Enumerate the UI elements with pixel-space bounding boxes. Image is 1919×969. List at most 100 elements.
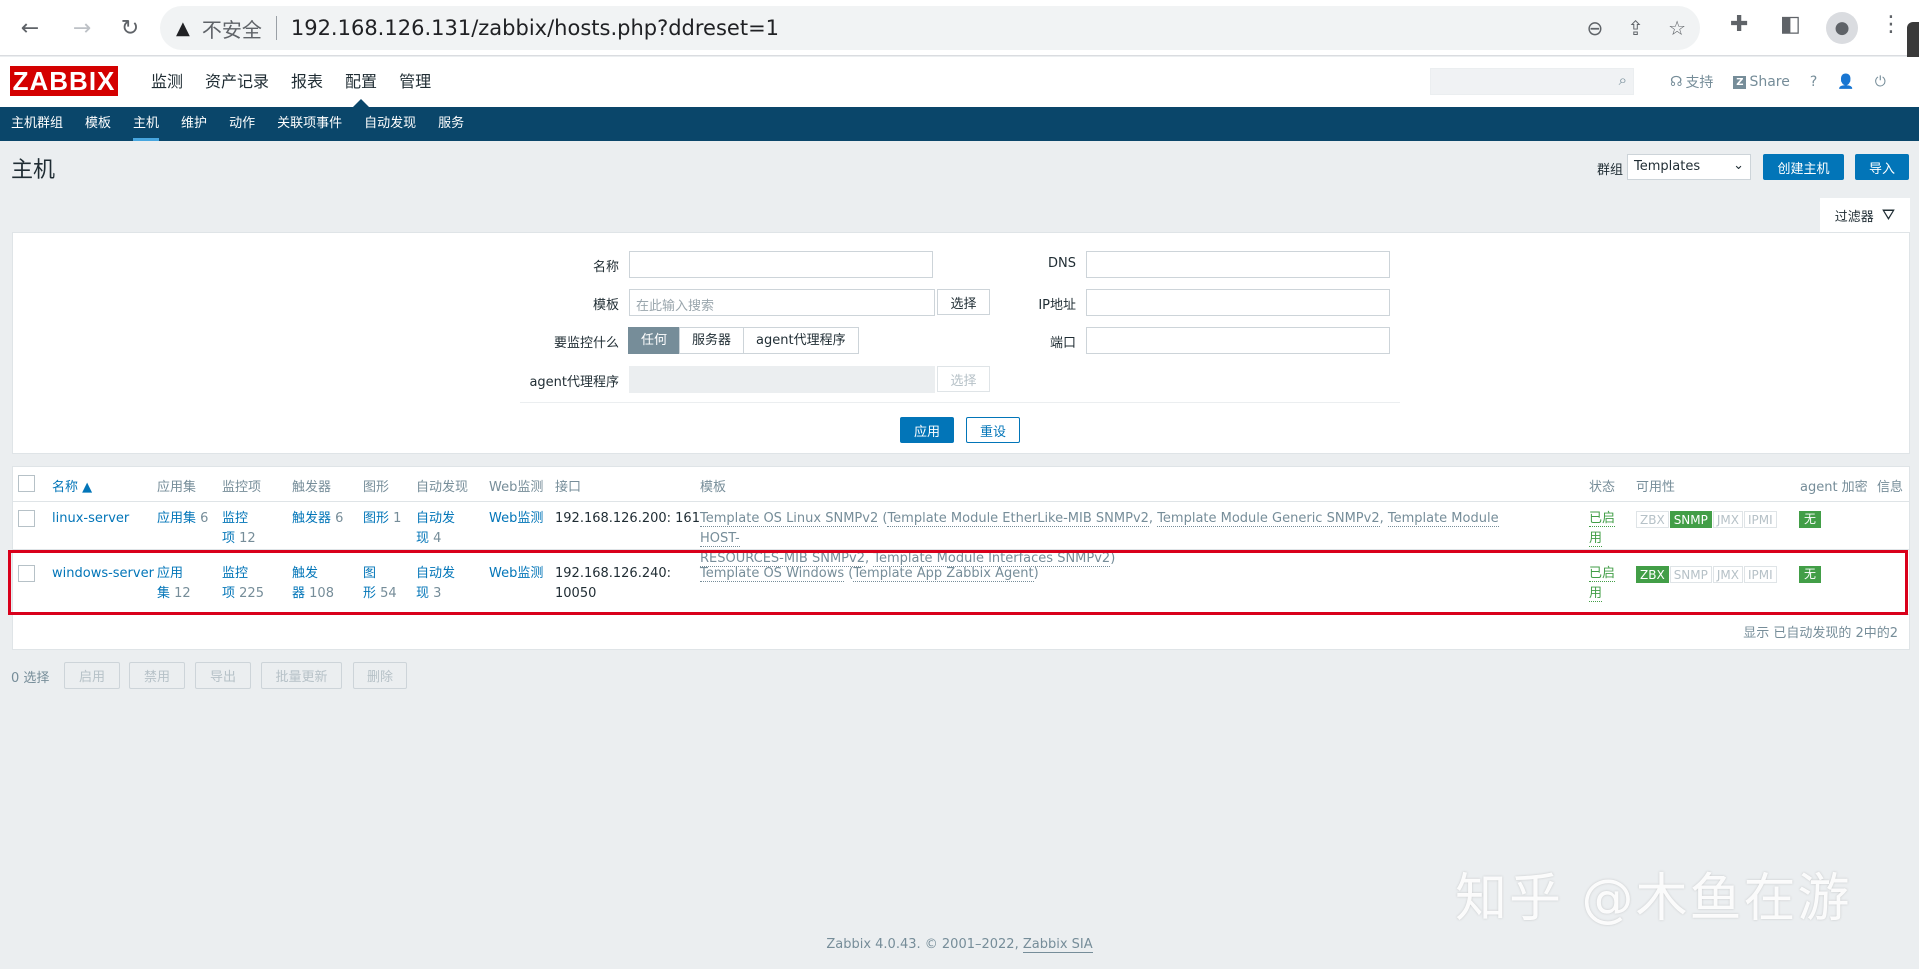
extensions-puzzle-icon[interactable]: ✚ [1730, 12, 1748, 37]
back-arrow-icon[interactable]: ← [14, 12, 46, 44]
mass-update-button[interactable]: 批量更新 [261, 662, 342, 689]
support-link[interactable]: ☊ 支持 [1670, 72, 1713, 92]
graphs-link[interactable]: 图形 [363, 511, 389, 526]
items-link-line2[interactable]: 项 [222, 531, 235, 546]
col-name-header[interactable]: 名称 ▲ [52, 476, 92, 495]
triggers-link[interactable]: 触发器 [292, 511, 331, 526]
bookmark-star-icon[interactable]: ☆ [1668, 16, 1686, 40]
mass-enable-button[interactable]: 启用 [64, 662, 120, 689]
monitored-any-option[interactable]: 任何 [628, 327, 681, 354]
submenu-services[interactable]: 服务 [427, 107, 475, 141]
share-label: Share [1749, 74, 1790, 90]
col-encryption-header: agent 加密 [1800, 480, 1868, 495]
chevron-down-icon: ⌄ [1733, 158, 1744, 173]
footer-link[interactable]: Zabbix SIA [1022, 937, 1093, 953]
help-link[interactable]: ? [1810, 74, 1817, 90]
graphs-cell: 图形 1 [363, 509, 401, 529]
submenu-hosts[interactable]: 主机 [122, 107, 170, 141]
submenu-maintenance[interactable]: 维护 [170, 107, 218, 141]
menu-monitoring[interactable]: 监测 [140, 57, 194, 107]
triggers-count: 6 [335, 511, 344, 526]
filter-reset-button[interactable]: 重设 [966, 417, 1020, 443]
page-footer: Zabbix 4.0.43. © 2001–2022, Zabbix SIA [0, 937, 1919, 953]
discovery-link[interactable]: 自动发 [416, 511, 455, 526]
col-discovery-header: 自动发现 [416, 480, 469, 495]
profile-avatar-icon[interactable]: ● [1826, 12, 1858, 44]
row-checkbox-linux-server[interactable] [18, 510, 35, 527]
submenu-host-groups[interactable]: 主机群组 [0, 107, 74, 141]
col-graphs-header: 图形 [363, 480, 390, 495]
funnel-icon: ⛛ [1881, 205, 1896, 224]
status-enabled-link[interactable]: 已启 [1589, 511, 1616, 527]
submenu-templates[interactable]: 模板 [74, 107, 122, 141]
host-name-link[interactable]: linux-server [52, 511, 129, 526]
group-select[interactable]: Templates ⌄ [1627, 154, 1751, 180]
filter-name-input[interactable] [629, 251, 933, 278]
reload-icon[interactable]: ↻ [114, 12, 146, 44]
template-link[interactable]: Template OS Linux SNMPv2 [700, 511, 879, 527]
col-applications-header: 应用集 [157, 480, 197, 495]
filter-apply-button[interactable]: 应用 [900, 417, 954, 443]
browser-toolbar: ← → ↻ ▲ 不安全 192.168.126.131/zabbix/hosts… [0, 0, 1919, 56]
url-text[interactable]: 192.168.126.131/zabbix/hosts.php?ddreset… [291, 16, 779, 40]
items-link[interactable]: 监控 [222, 511, 248, 526]
mass-delete-button[interactable]: 删除 [353, 662, 407, 689]
discovery-cell: 自动发现 4 [416, 509, 455, 549]
kebab-menu-icon[interactable]: ⋮ [1880, 12, 1902, 37]
warning-triangle-icon: ▲ [176, 17, 190, 39]
filter-proxy-select-button: 选择 [937, 366, 990, 392]
search-icon[interactable]: ⌕ [1619, 71, 1627, 89]
filter-proxy-input [629, 366, 935, 393]
mass-disable-button[interactable]: 禁用 [129, 662, 185, 689]
zabbix-logo[interactable]: ZABBIX [10, 66, 118, 96]
menu-administration[interactable]: 管理 [388, 57, 442, 107]
select-all-checkbox[interactable] [18, 475, 35, 492]
submenu-discovery[interactable]: 自动发现 [353, 107, 427, 141]
monitored-proxy-option[interactable]: agent代理程序 [743, 327, 859, 354]
filter-port-input[interactable] [1086, 327, 1390, 354]
global-search-input[interactable]: ⌕ [1430, 68, 1634, 95]
forward-arrow-icon[interactable]: → [66, 12, 98, 44]
table-footer-count: 显示 已自动发现的 2中的2 [1743, 626, 1898, 641]
availability-snmp-badge: SNMP [1669, 511, 1712, 528]
menu-inventory[interactable]: 资产记录 [194, 57, 280, 107]
sub-menu: 主机群组 模板 主机 维护 动作 关联项事件 自动发现 服务 [0, 107, 1919, 141]
applications-cell: 应用集 6 [157, 509, 208, 529]
filter-tab[interactable]: 过滤器 ⛛ [1820, 198, 1910, 232]
zoom-out-icon[interactable]: ⊖ [1587, 16, 1604, 40]
menu-reports[interactable]: 报表 [280, 57, 334, 107]
applications-link[interactable]: 应用集 [157, 511, 196, 526]
availability-zbx-badge: ZBX [1636, 511, 1669, 528]
create-host-button[interactable]: 创建主机 [1763, 154, 1844, 180]
group-label: 群组 [1597, 163, 1624, 178]
address-bar-icons: ⊖ ⇪ ☆ [1587, 16, 1686, 40]
filter-template-input[interactable]: 在此输入搜索 [629, 289, 935, 316]
filter-divider [520, 402, 1400, 403]
monitored-server-option[interactable]: 服务器 [679, 327, 745, 354]
template-link[interactable]: Template Module Generic SNMPv2 [1157, 511, 1380, 527]
address-separator [275, 16, 277, 40]
side-panel-icon[interactable]: ◧ [1780, 12, 1801, 37]
submenu-event-correlation[interactable]: 关联项事件 [266, 107, 353, 141]
mass-export-button[interactable]: 导出 [195, 662, 251, 689]
share-link[interactable]: Z Share [1733, 74, 1790, 90]
col-availability-header: 可用性 [1636, 480, 1676, 495]
address-bar[interactable]: ▲ 不安全 192.168.126.131/zabbix/hosts.php?d… [160, 6, 1700, 50]
status-enabled-link-line2[interactable]: 用 [1589, 531, 1603, 547]
filter-ip-input[interactable] [1086, 289, 1390, 316]
sort-name-link[interactable]: 名称 ▲ [52, 480, 92, 495]
sign-out-icon[interactable]: ⏻ [1875, 74, 1886, 90]
menu-configuration[interactable]: 配置 [334, 57, 388, 107]
template-link[interactable]: Template Module EtherLike-MIB SNMPv2 [887, 511, 1149, 527]
user-profile-icon[interactable]: 👤 [1837, 74, 1854, 90]
web-link[interactable]: Web监测 [489, 511, 543, 526]
items-cell: 监控项 12 [222, 509, 256, 549]
share-icon[interactable]: ⇪ [1627, 16, 1644, 40]
filter-dns-input[interactable] [1086, 251, 1390, 278]
import-button[interactable]: 导入 [1855, 154, 1909, 180]
discovery-link-line2[interactable]: 现 [416, 531, 429, 546]
submenu-actions[interactable]: 动作 [218, 107, 266, 141]
triggers-cell: 触发器 6 [292, 509, 343, 529]
filter-ip-label: IP地址 [1038, 298, 1076, 313]
col-status-header: 状态 [1589, 480, 1616, 495]
